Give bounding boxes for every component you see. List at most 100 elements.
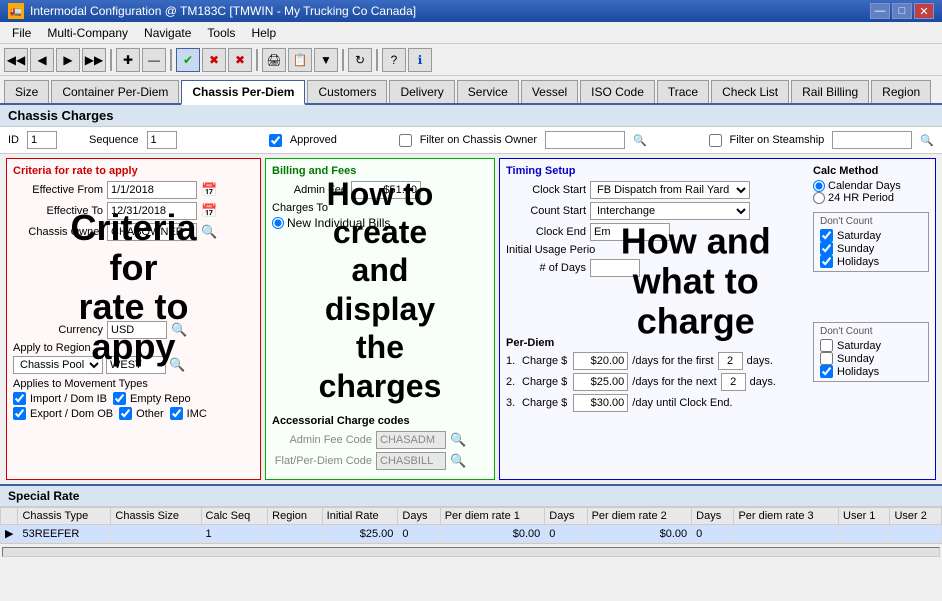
admin-fee-input[interactable]: [351, 181, 421, 199]
chassis-owner-filter[interactable]: [545, 131, 625, 149]
tb-dropdown[interactable]: ▼: [314, 48, 338, 72]
row-days1: 0: [398, 525, 440, 543]
currency-input[interactable]: [107, 321, 167, 339]
charge2-days[interactable]: [721, 373, 746, 391]
tab-customers[interactable]: Customers: [307, 80, 387, 103]
charge3-input[interactable]: [573, 394, 628, 412]
24hr-radio[interactable]: [813, 192, 825, 204]
days-row: # of Days: [506, 259, 803, 277]
empty-repo-checkbox[interactable]: [113, 392, 126, 405]
tab-trace[interactable]: Trace: [657, 80, 709, 103]
holidays2-checkbox[interactable]: [820, 365, 833, 378]
tab-service[interactable]: Service: [457, 80, 519, 103]
chassis-owner-search-icon[interactable]: 🔍: [201, 224, 217, 240]
currency-search-icon[interactable]: 🔍: [171, 322, 187, 338]
tb-first[interactable]: ◀◀: [4, 48, 28, 72]
charge1-days[interactable]: [718, 352, 743, 370]
tab-region[interactable]: Region: [871, 80, 931, 103]
tb-print[interactable]: 🖨: [262, 48, 286, 72]
region-value-input[interactable]: [106, 356, 166, 374]
count-start-select[interactable]: Interchange: [590, 202, 750, 220]
menu-file[interactable]: File: [4, 24, 39, 42]
effective-to-input[interactable]: [107, 202, 197, 220]
clock-start-select[interactable]: FB Dispatch from Rail Yard: [590, 181, 750, 199]
other-checkbox[interactable]: [119, 407, 132, 420]
effective-from-cal-icon[interactable]: 📅: [201, 182, 217, 198]
menu-tools[interactable]: Tools: [199, 24, 243, 42]
calendar-days-radio[interactable]: [813, 180, 825, 192]
minimize-button[interactable]: —: [870, 3, 890, 19]
effective-from-input[interactable]: [107, 181, 197, 199]
sunday1-checkbox[interactable]: [820, 242, 833, 255]
tb-cancel[interactable]: ✖: [202, 48, 226, 72]
tb-delete[interactable]: —: [142, 48, 166, 72]
tab-rail-billing[interactable]: Rail Billing: [791, 80, 869, 103]
imc-checkbox[interactable]: [170, 407, 183, 420]
menu-multi-company[interactable]: Multi-Company: [39, 24, 136, 42]
tab-delivery[interactable]: Delivery: [389, 80, 454, 103]
col-days1: Days: [398, 508, 440, 525]
filter-steam-checkbox[interactable]: [709, 134, 722, 147]
effective-to-cal-icon[interactable]: 📅: [201, 203, 217, 219]
sequence-input[interactable]: [147, 131, 177, 149]
toolbar: ◀◀ ◀ ▶ ▶▶ ✚ — ✔ ✖ ✖ 🖨 📋 ▼ ↻ ? ℹ: [0, 44, 942, 76]
import-checkbox[interactable]: [13, 392, 26, 405]
new-bills-radio[interactable]: [272, 217, 284, 229]
export-checkbox[interactable]: [13, 407, 26, 420]
charge3-row: 3. Charge $ /day until Clock End.: [506, 394, 803, 412]
tb-save-x[interactable]: ✖: [228, 48, 252, 72]
tab-vessel[interactable]: Vessel: [521, 80, 578, 103]
chassis-owner-label: Chassis Owner: [13, 226, 103, 238]
dont-count-1: Don't Count Saturday Sunday Holidays: [813, 212, 929, 272]
holidays1-checkbox[interactable]: [820, 255, 833, 268]
close-button[interactable]: ✕: [914, 3, 934, 19]
movement-export: Export / Dom OB: [13, 407, 113, 420]
steamship-filter[interactable]: [832, 131, 912, 149]
tb-add[interactable]: ✚: [116, 48, 140, 72]
tb-next[interactable]: ▶: [56, 48, 80, 72]
export-label: Export / Dom OB: [30, 408, 113, 420]
movement-imc: IMC: [170, 407, 207, 420]
approved-checkbox[interactable]: [269, 134, 282, 147]
region-type-select[interactable]: Chassis Pool: [13, 356, 103, 374]
charge2-row: 2. Charge $ /days for the next days.: [506, 373, 803, 391]
admin-fee-row: Admin Fee: [272, 181, 488, 199]
tab-checklist[interactable]: Check List: [711, 80, 789, 103]
tab-size[interactable]: Size: [4, 80, 49, 103]
row-region: [268, 525, 322, 543]
id-input[interactable]: [27, 131, 57, 149]
sunday2-checkbox[interactable]: [820, 352, 833, 365]
menu-navigate[interactable]: Navigate: [136, 24, 199, 42]
tb-last[interactable]: ▶▶: [82, 48, 106, 72]
days-input[interactable]: [590, 259, 640, 277]
tb-copy[interactable]: 📋: [288, 48, 312, 72]
menu-help[interactable]: Help: [243, 24, 284, 42]
tab-container-per-diem[interactable]: Container Per-Diem: [51, 80, 179, 103]
scroll-track[interactable]: [2, 547, 940, 557]
tab-chassis-per-diem[interactable]: Chassis Per-Diem: [181, 80, 305, 105]
tab-iso-code[interactable]: ISO Code: [580, 80, 655, 103]
saturday1-checkbox[interactable]: [820, 229, 833, 242]
tb-refresh[interactable]: ↻: [348, 48, 372, 72]
clock-end-input[interactable]: [590, 223, 670, 241]
table-row[interactable]: ▶ 53REEFER 1 $25.00 0 $0.00 0 $0.00 0: [1, 525, 942, 543]
tb-question[interactable]: ?: [382, 48, 406, 72]
tb-prev[interactable]: ◀: [30, 48, 54, 72]
region-search-icon[interactable]: 🔍: [169, 357, 185, 373]
charge1-input[interactable]: [573, 352, 628, 370]
charge2-input[interactable]: [573, 373, 628, 391]
tb-checkmark[interactable]: ✔: [176, 48, 200, 72]
horizontal-scrollbar[interactable]: [0, 543, 942, 559]
charge1-num: 1.: [506, 355, 518, 367]
charge1-days-label: days.: [747, 355, 773, 367]
initial-usage-label: Initial Usage Perio: [506, 244, 586, 256]
saturday2-checkbox[interactable]: [820, 339, 833, 352]
chassis-owner-input[interactable]: [107, 223, 197, 241]
tb-info[interactable]: ℹ: [408, 48, 432, 72]
timing-right: Calc Method Calendar Days 24 HR Period D…: [809, 165, 929, 415]
window-title: Intermodal Configuration @ TM183C [TMWIN…: [30, 4, 870, 18]
sat1-row: Saturday: [820, 229, 922, 242]
approved-label: Approved: [290, 134, 337, 146]
maximize-button[interactable]: □: [892, 3, 912, 19]
filter-chassis-checkbox[interactable]: [399, 134, 412, 147]
